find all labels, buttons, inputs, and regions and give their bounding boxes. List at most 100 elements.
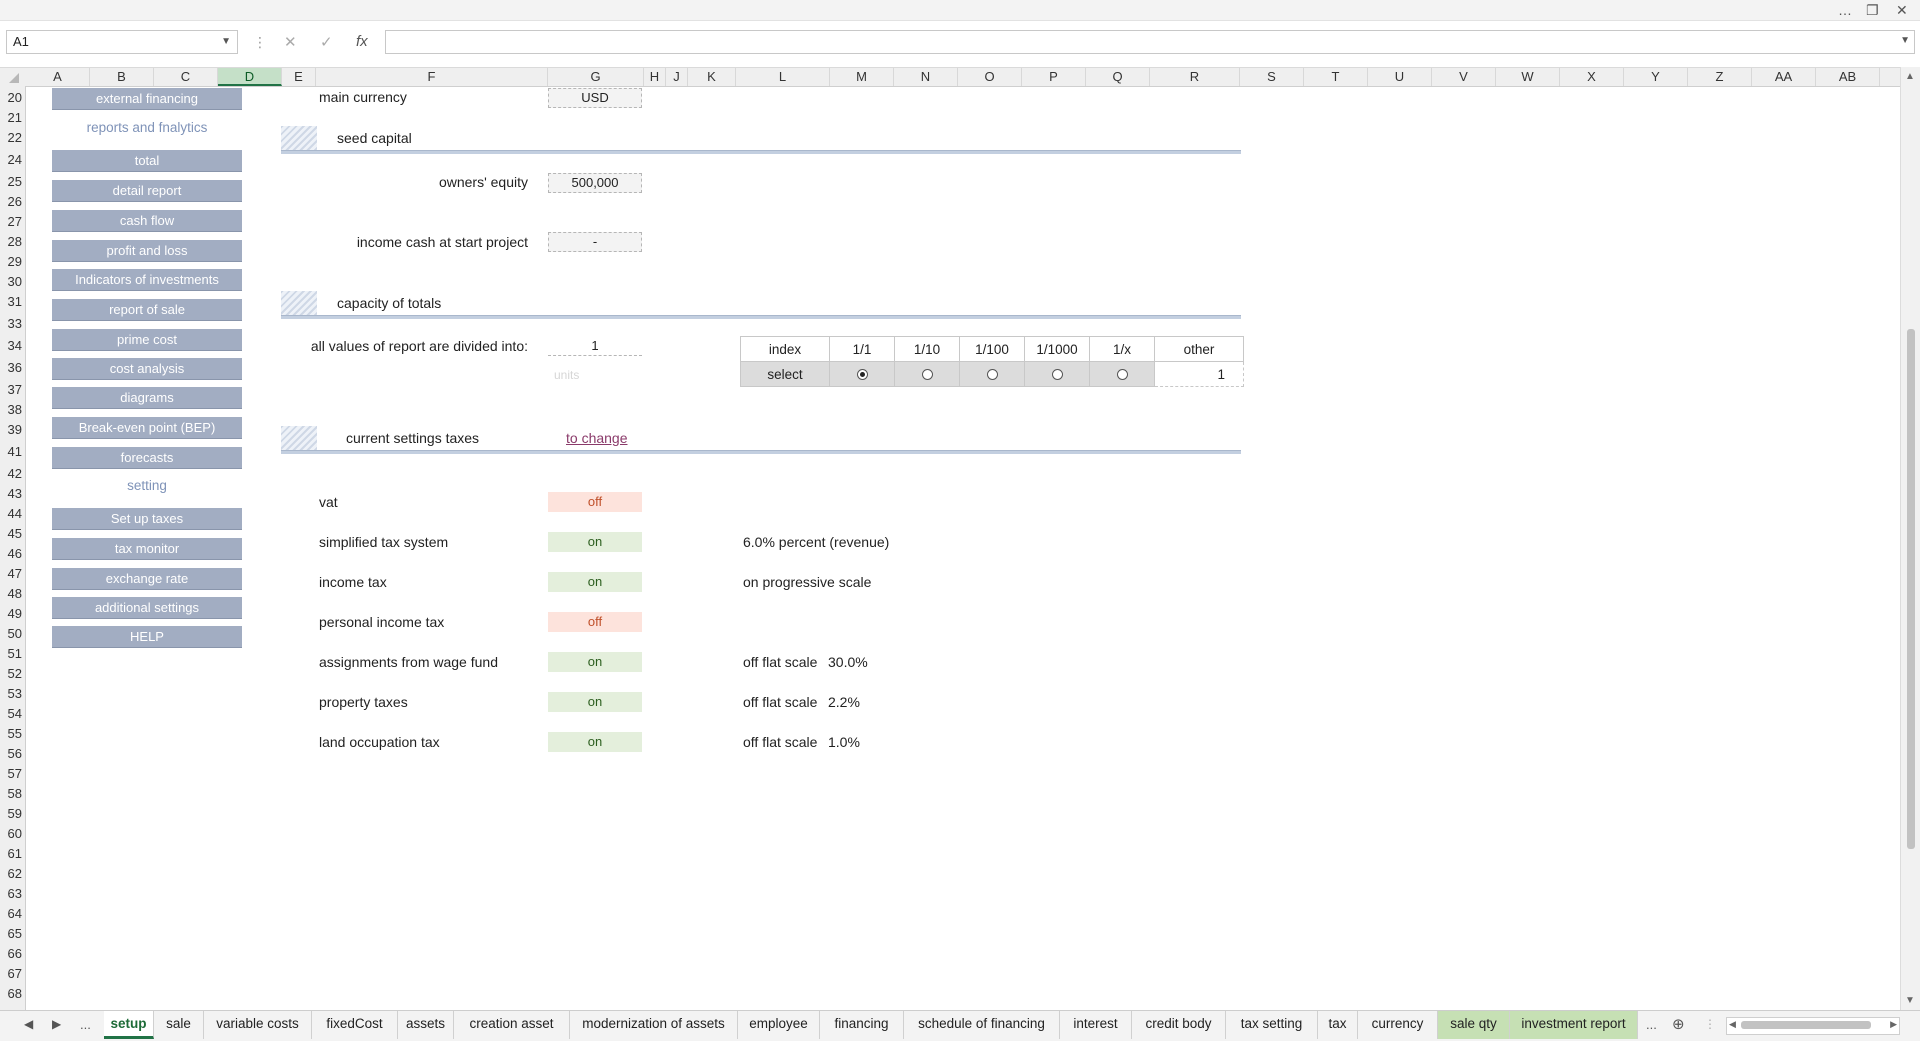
- column-header-p[interactable]: P: [1022, 68, 1086, 86]
- column-header-l[interactable]: L: [736, 68, 830, 86]
- additional-settings-button[interactable]: additional settings: [52, 597, 242, 619]
- tab-overflow-right[interactable]: ...: [1646, 1017, 1657, 1032]
- row-number[interactable]: 52: [0, 666, 22, 681]
- row-number[interactable]: 64: [0, 906, 22, 921]
- tab-employee[interactable]: employee: [738, 1011, 820, 1039]
- column-header-v[interactable]: V: [1432, 68, 1496, 86]
- row-number[interactable]: 54: [0, 706, 22, 721]
- break-even-button[interactable]: Break-even point (BEP): [52, 417, 242, 439]
- tab-schedule-of-financing[interactable]: schedule of financing: [904, 1011, 1060, 1039]
- column-header-r[interactable]: R: [1150, 68, 1240, 86]
- column-header-q[interactable]: Q: [1086, 68, 1150, 86]
- tab-sale-qty[interactable]: sale qty: [1438, 1011, 1510, 1039]
- tab-fixedcost[interactable]: fixedCost: [312, 1011, 398, 1039]
- diagrams-button[interactable]: diagrams: [52, 387, 242, 409]
- tab-next-icon[interactable]: ▶: [52, 1017, 61, 1031]
- row-number[interactable]: 27: [0, 214, 22, 229]
- insert-function-icon[interactable]: fx: [356, 33, 368, 50]
- row-number[interactable]: 22: [0, 130, 22, 145]
- forecasts-button[interactable]: forecasts: [52, 447, 242, 469]
- column-header-e[interactable]: E: [282, 68, 316, 86]
- row-number[interactable]: 56: [0, 746, 22, 761]
- tab-assets[interactable]: assets: [398, 1011, 454, 1039]
- row-number[interactable]: 44: [0, 506, 22, 521]
- row-number[interactable]: 60: [0, 826, 22, 841]
- row-number[interactable]: 46: [0, 546, 22, 561]
- row-number[interactable]: 38: [0, 402, 22, 417]
- scroll-down-icon[interactable]: ▼: [1905, 995, 1915, 1006]
- row-number[interactable]: 55: [0, 726, 22, 741]
- main-currency-value[interactable]: USD: [548, 88, 642, 108]
- row-number[interactable]: 63: [0, 886, 22, 901]
- row-number[interactable]: 61: [0, 846, 22, 861]
- row-number[interactable]: 31: [0, 294, 22, 309]
- row-number[interactable]: 49: [0, 606, 22, 621]
- column-header-u[interactable]: U: [1368, 68, 1432, 86]
- row-number[interactable]: 59: [0, 806, 22, 821]
- row-number[interactable]: 28: [0, 234, 22, 249]
- column-header-g[interactable]: G: [548, 68, 644, 86]
- vertical-scroll-thumb[interactable]: [1907, 329, 1915, 849]
- column-header-y[interactable]: Y: [1624, 68, 1688, 86]
- row-number[interactable]: 33: [0, 316, 22, 331]
- select-all-corner[interactable]: [9, 73, 19, 83]
- row-number[interactable]: 66: [0, 946, 22, 961]
- divisor-option-1-100[interactable]: [959, 361, 1025, 387]
- divided-into-value[interactable]: 1: [548, 336, 642, 356]
- enter-icon[interactable]: ✓: [320, 33, 333, 51]
- column-header-m[interactable]: M: [830, 68, 894, 86]
- report-of-sale-button[interactable]: report of sale: [52, 299, 242, 321]
- exchange-rate-button[interactable]: exchange rate: [52, 568, 242, 590]
- row-number[interactable]: 58: [0, 786, 22, 801]
- total-button[interactable]: total: [52, 150, 242, 172]
- row-number[interactable]: 29: [0, 254, 22, 269]
- row-number[interactable]: 45: [0, 526, 22, 541]
- column-header-w[interactable]: W: [1496, 68, 1560, 86]
- tab-currency[interactable]: currency: [1358, 1011, 1438, 1039]
- column-header-f[interactable]: F: [316, 68, 548, 86]
- column-header-x[interactable]: X: [1560, 68, 1624, 86]
- cancel-icon[interactable]: ✕: [284, 33, 297, 51]
- radio-icon[interactable]: [986, 369, 998, 381]
- divisor-option-1-x[interactable]: [1089, 361, 1155, 387]
- row-number[interactable]: 20: [0, 90, 22, 105]
- column-header-s[interactable]: S: [1240, 68, 1304, 86]
- divisor-option-1-1000[interactable]: [1024, 361, 1090, 387]
- column-header-k[interactable]: K: [688, 68, 736, 86]
- name-box[interactable]: A1 ▼: [6, 30, 238, 54]
- row-number[interactable]: 50: [0, 626, 22, 641]
- row-number[interactable]: 67: [0, 966, 22, 981]
- scroll-up-icon[interactable]: ▲: [1905, 71, 1915, 82]
- row-number[interactable]: 43: [0, 486, 22, 501]
- close-window-icon[interactable]: ✕: [1896, 1, 1908, 19]
- row-number[interactable]: 51: [0, 646, 22, 661]
- horizontal-scrollbar[interactable]: ◀ ▶: [1726, 1017, 1900, 1035]
- tax-status-land[interactable]: on: [548, 732, 642, 752]
- tab-investment-report[interactable]: investment report: [1510, 1011, 1638, 1039]
- formula-input[interactable]: ▼: [385, 30, 1915, 54]
- column-header-c[interactable]: C: [154, 68, 218, 86]
- horizontal-scroll-thumb[interactable]: [1741, 1021, 1871, 1029]
- tab-credit-body[interactable]: credit body: [1132, 1011, 1226, 1039]
- profit-and-loss-button[interactable]: profit and loss: [52, 240, 242, 262]
- tab-tax-setting[interactable]: tax setting: [1226, 1011, 1318, 1039]
- row-number[interactable]: 21: [0, 110, 22, 125]
- radio-icon[interactable]: [921, 369, 933, 381]
- tab-variable-costs[interactable]: variable costs: [204, 1011, 312, 1039]
- vertical-scrollbar[interactable]: ▲ ▼: [1900, 67, 1920, 1010]
- radio-checked-icon[interactable]: [856, 369, 868, 381]
- column-header-a[interactable]: A: [26, 68, 90, 86]
- row-number[interactable]: 26: [0, 194, 22, 209]
- row-number[interactable]: 25: [0, 174, 22, 189]
- radio-icon[interactable]: [1051, 369, 1063, 381]
- row-number[interactable]: 47: [0, 566, 22, 581]
- tax-status-simplified[interactable]: on: [548, 532, 642, 552]
- column-header-d[interactable]: D: [218, 68, 282, 86]
- column-header-b[interactable]: B: [90, 68, 154, 86]
- tab-creation-asset[interactable]: creation asset: [454, 1011, 570, 1039]
- indicators-of-investments-button[interactable]: Indicators of investments: [52, 269, 242, 291]
- column-header-z[interactable]: Z: [1688, 68, 1752, 86]
- row-number[interactable]: 39: [0, 422, 22, 437]
- tab-overflow-left[interactable]: ...: [80, 1017, 91, 1032]
- help-button[interactable]: HELP: [52, 626, 242, 648]
